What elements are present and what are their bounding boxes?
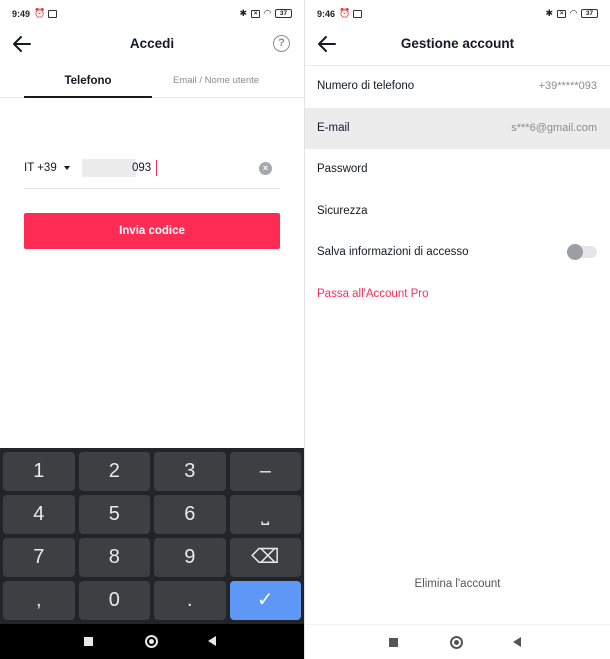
recents-icon[interactable] — [84, 637, 93, 646]
key-6[interactable]: 6 — [154, 495, 226, 534]
battery-icon: 37 — [581, 9, 598, 18]
account-management-screen: 9:46 ⏰ ✱ × ◠ 37 Gestione account Numero … — [305, 0, 610, 659]
image-notification-icon — [48, 9, 58, 18]
list-item-password[interactable]: Password — [305, 149, 610, 191]
list-item-label: Sicurezza — [317, 204, 368, 217]
battery-icon: 37 — [275, 9, 292, 18]
list-item-label: Password — [317, 163, 368, 175]
list-item-label: E-mail — [317, 121, 350, 134]
redacted-number — [82, 159, 136, 177]
key-period[interactable]: . — [154, 581, 226, 620]
phone-number-text: 093 — [132, 162, 152, 174]
recents-icon[interactable] — [389, 638, 398, 647]
status-bar: 9:46 ⏰ ✱ × ◠ 37 — [305, 0, 610, 26]
toggle-knob — [567, 244, 583, 260]
page-title: Gestione account — [400, 36, 515, 51]
system-nav-bar — [0, 624, 304, 659]
image-notification-icon — [353, 9, 363, 18]
list-item-switch-pro[interactable]: Passa all'Account Pro — [305, 274, 610, 316]
home-icon[interactable] — [450, 636, 463, 649]
save-login-toggle[interactable] — [567, 244, 597, 260]
key-space[interactable]: ⎵ — [229, 495, 301, 534]
help-icon[interactable]: ? — [273, 35, 290, 52]
switch-to-pro-link[interactable]: Passa all'Account Pro — [317, 288, 429, 300]
header: Accedi ? — [0, 26, 304, 62]
no-sim-icon: × — [557, 9, 567, 18]
country-code-selector[interactable]: IT +39 — [24, 162, 57, 174]
key-1[interactable]: 1 — [3, 452, 75, 491]
bluetooth-icon: ✱ — [545, 8, 554, 18]
list-item-security[interactable]: Sicurezza — [305, 191, 610, 233]
system-nav-bar — [305, 624, 610, 659]
key-7[interactable]: 7 — [3, 538, 75, 577]
delete-account-link[interactable]: Elimina l'account — [305, 578, 610, 590]
back-icon[interactable] — [513, 637, 521, 647]
list-item-label: Numero di telefono — [317, 80, 415, 92]
status-time: 9:49 — [12, 9, 31, 19]
header: Gestione account — [305, 26, 610, 62]
list-item-email[interactable]: E-mail s***6@gmail.com — [305, 107, 610, 149]
key-comma[interactable]: , — [3, 581, 75, 620]
check-icon[interactable]: ✓ — [229, 581, 301, 620]
list-item-phone-number[interactable]: Numero di telefono +39*****093 — [305, 66, 610, 108]
chevron-down-icon[interactable] — [64, 166, 70, 170]
login-screen: 9:49 ⏰ ✱ × ◠ 37 Accedi ? Telefono Email … — [0, 0, 304, 659]
bluetooth-icon: ✱ — [239, 8, 248, 18]
key-9[interactable]: 9 — [154, 538, 226, 577]
key-5[interactable]: 5 — [78, 495, 150, 534]
wifi-icon: ◠ — [570, 8, 577, 18]
wifi-icon: ◠ — [264, 8, 271, 18]
tab-email-username[interactable]: Email / Nome utente — [152, 66, 280, 98]
text-caret — [156, 160, 157, 176]
home-icon[interactable] — [145, 635, 158, 648]
backspace-icon[interactable]: ⌫ — [229, 538, 301, 577]
key-minus[interactable]: – — [229, 452, 301, 491]
phone-input[interactable]: IT +39 093 × — [24, 154, 280, 189]
tab-phone[interactable]: Telefono — [24, 66, 152, 98]
alarm-icon: ⏰ — [339, 8, 351, 18]
send-code-button[interactable]: Invia codice — [24, 213, 280, 249]
key-8[interactable]: 8 — [78, 538, 150, 577]
list-item-label: Salva informazioni di accesso — [317, 246, 469, 258]
alarm-icon: ⏰ — [34, 8, 46, 18]
status-bar: 9:49 ⏰ ✱ × ◠ 37 — [0, 0, 304, 26]
list-item-save-login-info: Salva informazioni di accesso — [305, 232, 610, 274]
clear-icon[interactable]: × — [259, 162, 272, 175]
list-item-value: s***6@gmail.com — [511, 121, 597, 134]
login-tabs: Telefono Email / Nome utente — [0, 66, 304, 98]
key-2[interactable]: 2 — [78, 452, 150, 491]
list-item-value: +39*****093 — [538, 80, 597, 92]
key-0[interactable]: 0 — [78, 581, 150, 620]
key-4[interactable]: 4 — [3, 495, 75, 534]
status-time: 9:46 — [317, 9, 336, 19]
back-icon[interactable] — [208, 636, 216, 646]
account-settings-list: Numero di telefono +39*****093 E-mail s*… — [305, 65, 610, 315]
page-title: Accedi — [129, 36, 175, 51]
key-3[interactable]: 3 — [154, 452, 226, 491]
numeric-keyboard: 1 2 3 – 4 5 6 ⎵ 7 8 9 ⌫ , 0 . ✓ — [0, 448, 304, 624]
no-sim-icon: × — [251, 9, 261, 18]
